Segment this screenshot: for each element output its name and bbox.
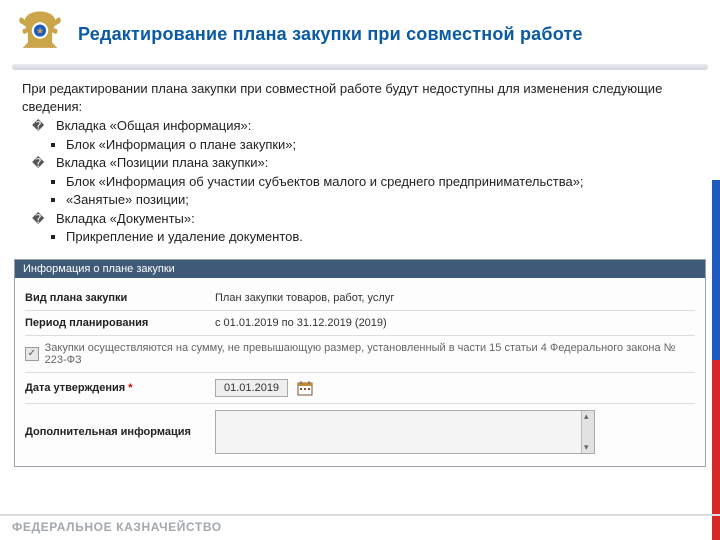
label-approve-date: Дата утверждения (25, 382, 125, 394)
bullet-tab2: Вкладка «Позиции плана закупки»: (56, 155, 268, 170)
row-checkbox: ✓ Закупки осуществляются на сумму, не пр… (25, 336, 695, 373)
bullet-tab2-item: Блок «Информация об участии субъектов ма… (66, 173, 698, 191)
bullet-tab1-item: Блок «Информация о плане закупки»; (66, 136, 698, 154)
calendar-icon[interactable] (297, 380, 313, 396)
row-period: Период планирования с 01.01.2019 по 31.1… (25, 311, 695, 336)
body-text: При редактировании плана закупки при сов… (0, 70, 720, 255)
row-notes: Дополнительная информация (25, 404, 695, 460)
slide-header: Редактирование плана закупки при совмест… (0, 0, 720, 64)
bullet-tab2-item: «Занятые» позиции; (66, 191, 698, 209)
scrollbar-icon[interactable] (581, 411, 594, 453)
flag-stripe (712, 0, 720, 540)
row-plan-type: Вид плана закупки План закупки товаров, … (25, 286, 695, 311)
emblem-icon (14, 8, 66, 60)
notes-textarea[interactable] (215, 410, 595, 454)
intro-text: При редактировании плана закупки при сов… (22, 80, 698, 115)
required-asterisk: * (128, 382, 132, 394)
footer-text: ФЕДЕРАЛЬНОЕ КАЗНАЧЕЙСТВО (0, 514, 720, 540)
value-period: с 01.01.2019 по 31.12.2019 (2019) (215, 317, 387, 329)
value-plan-type: План закупки товаров, работ, услуг (215, 292, 394, 304)
panel-title: Информация о плане закупки (15, 260, 705, 278)
label-notes: Дополнительная информация (25, 426, 215, 438)
label-period: Период планирования (25, 317, 215, 329)
page-title: Редактирование плана закупки при совмест… (78, 24, 583, 45)
bullet-tab3: Вкладка «Документы»: (56, 211, 195, 226)
bullet-tab3-item: Прикрепление и удаление документов. (66, 228, 698, 246)
info-panel: Информация о плане закупки Вид плана зак… (14, 259, 706, 467)
date-input[interactable]: 01.01.2019 (215, 379, 288, 397)
row-approve-date: Дата утверждения * 01.01.2019 (25, 373, 695, 404)
checkbox-icon[interactable]: ✓ (25, 347, 39, 361)
bullet-tab1: Вкладка «Общая информация»: (56, 118, 251, 133)
checkbox-text: Закупки осуществляются на сумму, не прев… (45, 342, 695, 366)
label-plan-type: Вид плана закупки (25, 292, 215, 304)
